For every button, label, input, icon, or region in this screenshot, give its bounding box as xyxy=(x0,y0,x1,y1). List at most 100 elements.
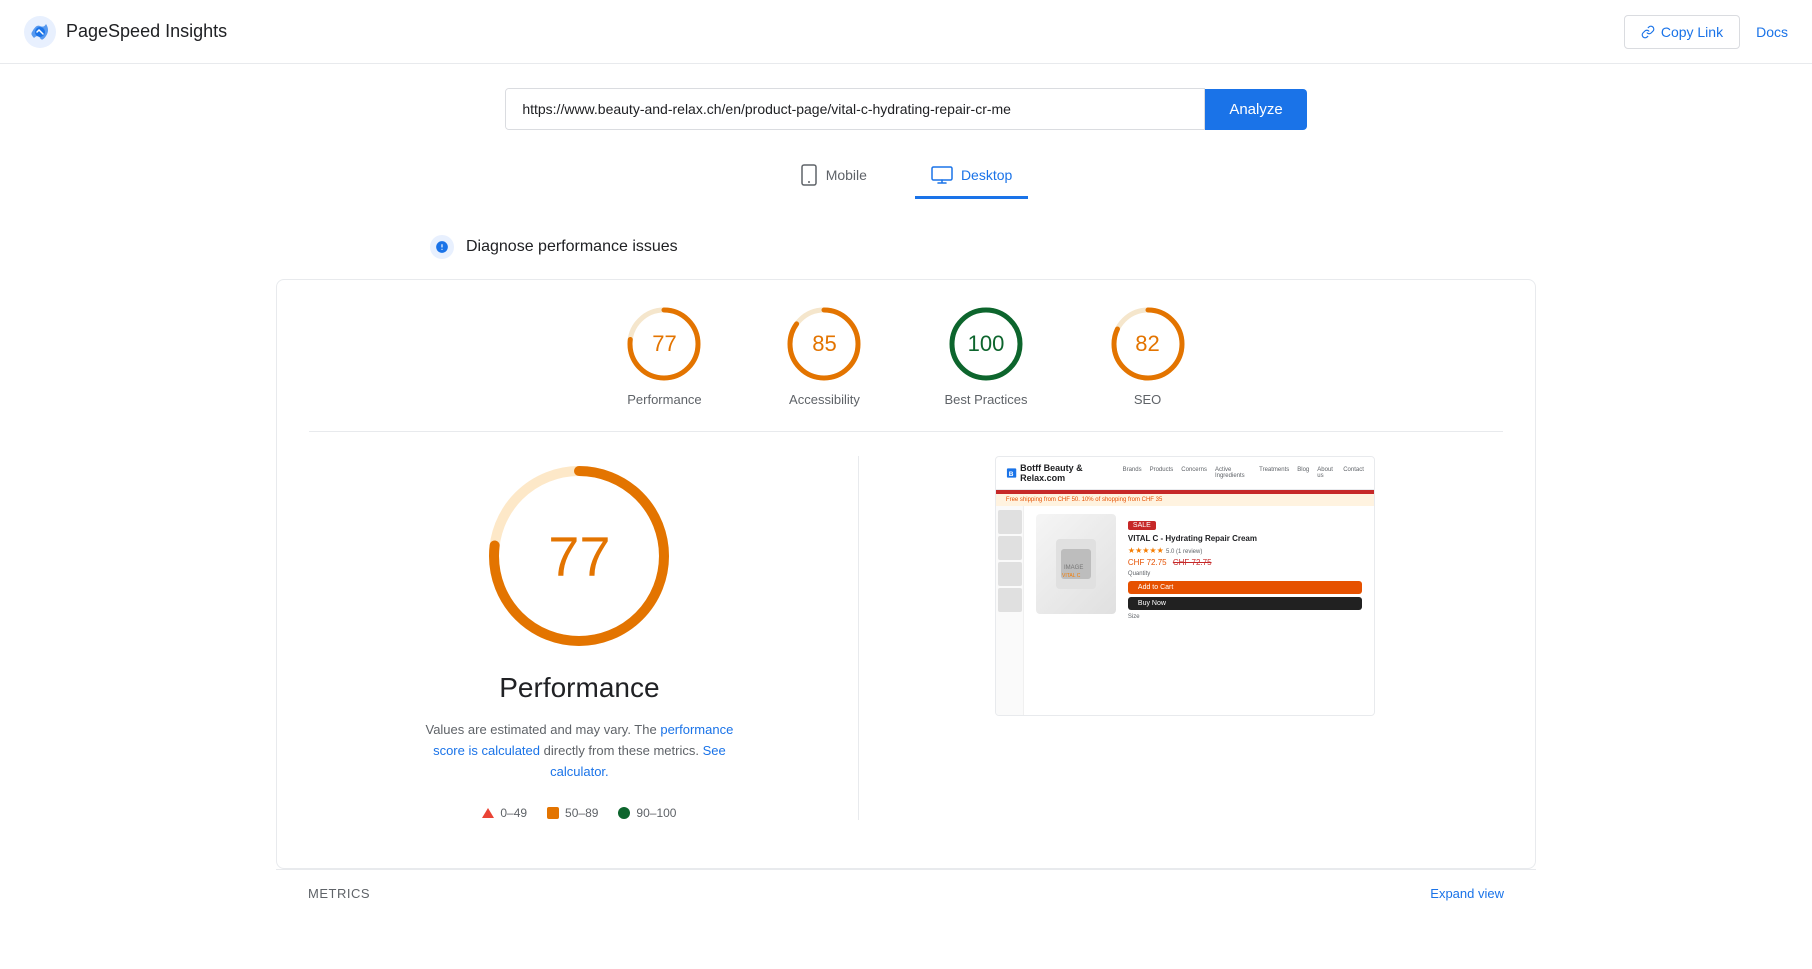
scores-row: 77 Performance 85 Accessibility xyxy=(309,304,1503,432)
site-nav-sim: Brands Products Concerns Active Ingredie… xyxy=(1123,467,1364,479)
add-to-cart-btn: Add to Cart xyxy=(1128,581,1362,594)
seo-label: SEO xyxy=(1134,392,1161,407)
legend-orange-range: 50–89 xyxy=(565,806,598,820)
buy-now-btn: Buy Now xyxy=(1128,597,1362,610)
big-performance-score: 77 xyxy=(548,524,610,589)
legend-orange: 50–89 xyxy=(547,806,598,820)
big-performance-title: Performance xyxy=(499,672,659,704)
thumb-3 xyxy=(998,562,1022,586)
site-header-sim: B Botff Beauty & Relax.com Brands Produc… xyxy=(996,457,1374,490)
score-item-performance[interactable]: 77 Performance xyxy=(624,304,704,407)
score-item-accessibility[interactable]: 85 Accessibility xyxy=(784,304,864,407)
tab-desktop[interactable]: Desktop xyxy=(915,154,1028,199)
url-input-wrapper xyxy=(505,88,1205,130)
docs-link[interactable]: Docs xyxy=(1756,24,1788,40)
best-practices-score: 100 xyxy=(968,331,1005,357)
legend-red: 0–49 xyxy=(482,806,527,820)
main-content: 77 Performance Values are estimated and … xyxy=(309,432,1503,844)
product-main: IMAGE VITAL C SALE VITAL C - Hydrating R… xyxy=(1024,506,1374,715)
link-icon xyxy=(1641,25,1655,39)
size-label: Size xyxy=(1128,614,1362,620)
big-performance-circle: 77 xyxy=(479,456,679,656)
star-icons: ★★★★★ xyxy=(1128,546,1164,555)
nav-blog: Blog xyxy=(1297,467,1309,479)
product-info: SALE VITAL C - Hydrating Repair Cream ★★… xyxy=(1128,514,1362,707)
mobile-icon xyxy=(800,164,818,186)
performance-circle: 77 xyxy=(624,304,704,384)
site-logo-icon: B xyxy=(1006,467,1017,479)
product-price: CHF 72.75 CHF 72.75 xyxy=(1128,558,1362,567)
screenshot-inner: B Botff Beauty & Relax.com Brands Produc… xyxy=(996,457,1374,715)
expand-view-button[interactable]: Expand view xyxy=(1430,886,1504,901)
site-promo-bar: Free shipping from CHF 50. 10% of shoppi… xyxy=(996,494,1374,506)
score-description: Values are estimated and may vary. The p… xyxy=(409,720,749,782)
site-screenshot: B Botff Beauty & Relax.com Brands Produc… xyxy=(995,456,1375,716)
nav-brands: Brands xyxy=(1123,467,1142,479)
desc-middle: directly from these metrics. xyxy=(544,743,699,758)
seo-circle: 82 xyxy=(1108,304,1188,384)
best-practices-label: Best Practices xyxy=(944,392,1027,407)
nav-contact: Contact xyxy=(1343,467,1364,479)
thumb-1 xyxy=(998,510,1022,534)
nav-concerns: Concerns xyxy=(1181,467,1207,479)
legend-red-range: 0–49 xyxy=(500,806,527,820)
screenshot-area: B Botff Beauty & Relax.com Brands Produc… xyxy=(899,456,1471,716)
pagespeed-logo-icon xyxy=(24,16,56,48)
orange-square-icon xyxy=(547,807,559,819)
accessibility-label: Accessibility xyxy=(789,392,860,407)
analyze-button[interactable]: Analyze xyxy=(1205,89,1306,130)
desc-before: Values are estimated and may vary. The xyxy=(425,722,656,737)
product-img-svg: IMAGE VITAL C xyxy=(1051,534,1101,594)
green-circle-icon xyxy=(618,807,630,819)
copy-link-button[interactable]: Copy Link xyxy=(1624,15,1740,49)
nav-products: Products xyxy=(1150,467,1174,479)
nav-ingredients: Active Ingredients xyxy=(1215,467,1251,479)
thumb-2 xyxy=(998,536,1022,560)
performance-score: 77 xyxy=(652,331,676,357)
nav-about: About us xyxy=(1317,467,1335,479)
big-score-area: 77 Performance Values are estimated and … xyxy=(341,456,818,820)
score-item-best-practices[interactable]: 100 Best Practices xyxy=(944,304,1027,407)
mobile-tab-label: Mobile xyxy=(826,167,867,183)
content-split: 77 Performance Values are estimated and … xyxy=(341,456,1471,820)
score-item-seo[interactable]: 82 SEO xyxy=(1108,304,1188,407)
nav-treatments: Treatments xyxy=(1259,467,1289,479)
header: PageSpeed Insights Copy Link Docs xyxy=(0,0,1812,64)
site-content-sim: IMAGE VITAL C SALE VITAL C - Hydrating R… xyxy=(996,506,1374,715)
price-new: CHF 72.75 xyxy=(1173,558,1212,567)
product-stars: ★★★★★ 5.0 (1 review) xyxy=(1128,546,1362,555)
sale-badge: SALE xyxy=(1128,521,1156,530)
svg-text:B: B xyxy=(1009,471,1014,478)
desktop-icon xyxy=(931,166,953,184)
diagnose-section: Diagnose performance issues xyxy=(406,223,1406,271)
product-image: IMAGE VITAL C xyxy=(1036,514,1116,614)
desktop-tab-label: Desktop xyxy=(961,167,1012,183)
vertical-divider xyxy=(858,456,859,820)
rating-count: 5.0 (1 review) xyxy=(1166,549,1202,555)
performance-label: Performance xyxy=(627,392,701,407)
product-thumbnails xyxy=(996,506,1024,715)
legend-green: 90–100 xyxy=(618,806,676,820)
seo-score: 82 xyxy=(1135,331,1159,357)
url-input[interactable] xyxy=(506,89,1204,129)
logo-area: PageSpeed Insights xyxy=(24,16,227,48)
tab-mobile[interactable]: Mobile xyxy=(784,154,883,199)
info-icon xyxy=(435,240,449,254)
legend-green-range: 90–100 xyxy=(636,806,676,820)
accessibility-circle: 85 xyxy=(784,304,864,384)
diagnose-text: Diagnose performance issues xyxy=(466,238,678,256)
quantity-label: Quantity xyxy=(1128,571,1362,577)
diagnose-icon xyxy=(430,235,454,259)
logo-text: PageSpeed Insights xyxy=(66,21,227,42)
best-practices-circle: 100 xyxy=(946,304,1026,384)
accessibility-score: 85 xyxy=(812,331,836,357)
svg-text:IMAGE: IMAGE xyxy=(1064,565,1083,571)
thumb-4 xyxy=(998,588,1022,612)
metrics-row: METRICS Expand view xyxy=(276,869,1536,917)
legend-row: 0–49 50–89 90–100 xyxy=(482,806,676,820)
metrics-label: METRICS xyxy=(308,886,370,901)
header-actions: Copy Link Docs xyxy=(1624,15,1788,49)
copy-link-label: Copy Link xyxy=(1661,24,1723,40)
site-logo-sim: B Botff Beauty & Relax.com xyxy=(1006,463,1123,483)
search-section: Analyze xyxy=(0,64,1812,146)
